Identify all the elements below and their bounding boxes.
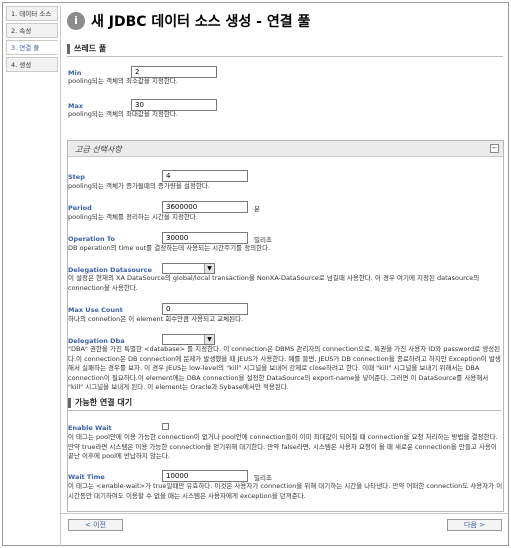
operation-to-desc: DB operation의 time out를 결정하는데 사용되는 시간주기를…	[68, 244, 271, 252]
step-connection-pool[interactable]: 3. 연결 풀	[6, 40, 58, 55]
page-title-text: 새 JDBC 데이터 소스 생성 - 연결 풀	[91, 14, 311, 30]
collapse-icon[interactable]: −	[490, 144, 499, 153]
enable-wait-desc: 이 태그는 pool안에 이용 가능한 connection이 없거나 pool…	[68, 433, 498, 460]
wait-time-unit: 밀리초	[254, 474, 272, 482]
footer-divider	[61, 513, 509, 514]
period-input[interactable]: 3600000	[162, 201, 248, 213]
min-label: Min	[68, 69, 82, 77]
min-desc: pooling되는 객체의 최소값을 지정한다.	[68, 77, 178, 85]
max-use-count-label: Max Use Count	[68, 306, 123, 314]
wait-time-input[interactable]: 10000	[162, 470, 248, 482]
wizard-frame: 1. 데이터 소스 2. 속성 3. 연결 풀 4. 생성 i 새 JDBC 데…	[2, 2, 509, 546]
next-button[interactable]: 다음 >	[447, 519, 502, 531]
delegation-datasource-select[interactable]: ▼	[162, 263, 215, 274]
max-label: Max	[68, 102, 84, 110]
delegation-dba-select[interactable]: ▼	[162, 334, 215, 345]
wizard-content: i 새 JDBC 데이터 소스 생성 - 연결 풀 쓰레드 풀 Min 2 po…	[60, 6, 509, 546]
wait-divider	[68, 410, 501, 411]
advanced-options-header: 고급 선택사항 −	[68, 141, 503, 157]
max-use-count-input[interactable]: 0	[162, 303, 248, 315]
thread-pool-heading: 쓰레드 풀	[67, 44, 106, 54]
delegation-datasource-label: Delegation Datasource	[68, 266, 152, 274]
enable-wait-checkbox[interactable]	[162, 423, 169, 430]
step-label: Step	[68, 173, 85, 181]
step-datasource[interactable]: 1. 데이터 소스	[6, 6, 58, 21]
delegation-datasource-desc: 이 설정은 현재의 XA DataSource의 global/local tr…	[68, 274, 480, 292]
advanced-options-panel: 고급 선택사항 − Step 4 pooling되는 객체가 증가될때의 증가량…	[67, 140, 504, 512]
operation-to-input[interactable]: 30000	[162, 232, 248, 244]
chevron-down-icon: ▼	[204, 335, 214, 344]
period-unit: 분	[254, 205, 260, 213]
step-create[interactable]: 4. 생성	[6, 57, 58, 72]
wait-heading: 가능한 연결 대기	[68, 398, 132, 408]
page-title: i 새 JDBC 데이터 소스 생성 - 연결 풀	[67, 10, 310, 32]
max-desc: pooling되는 객체의 최대값을 지정한다.	[68, 110, 178, 118]
operation-to-unit: 밀리초	[254, 236, 272, 244]
prev-button[interactable]: < 이전	[68, 519, 123, 531]
delegation-dba-label: Delegation Dba	[68, 337, 125, 345]
period-label: Period	[68, 204, 92, 212]
step-properties[interactable]: 2. 속성	[6, 23, 58, 38]
wait-time-desc: 이 태그는 <enable-wait>가 true일때만 유효하다. 이것은 사…	[68, 482, 503, 500]
advanced-options-title: 고급 선택사항	[75, 145, 122, 154]
step-input[interactable]: 4	[162, 170, 248, 182]
wait-time-label: Wait Time	[68, 473, 105, 481]
operation-to-label: Operation To	[68, 235, 115, 243]
wizard-steps: 1. 데이터 소스 2. 속성 3. 연결 풀 4. 생성	[6, 6, 58, 74]
thread-pool-divider	[67, 56, 503, 57]
enable-wait-label: Enable Wait	[68, 424, 112, 432]
delegation-dba-desc: "DBA" 권한을 가진 특별한 <database> 를 지정한다. 이 co…	[68, 345, 501, 391]
step-desc: pooling되는 객체가 증가될때의 증가량을 설정한다.	[68, 182, 210, 190]
info-icon: i	[67, 12, 85, 30]
max-use-count-desc: 하나의 connetion은 이 element 회수만큼 사용되고 교체된다.	[68, 315, 244, 323]
period-desc: pooling되는 객체를 정리하는 시간을 지정한다.	[68, 213, 198, 221]
chevron-down-icon: ▼	[204, 264, 214, 273]
